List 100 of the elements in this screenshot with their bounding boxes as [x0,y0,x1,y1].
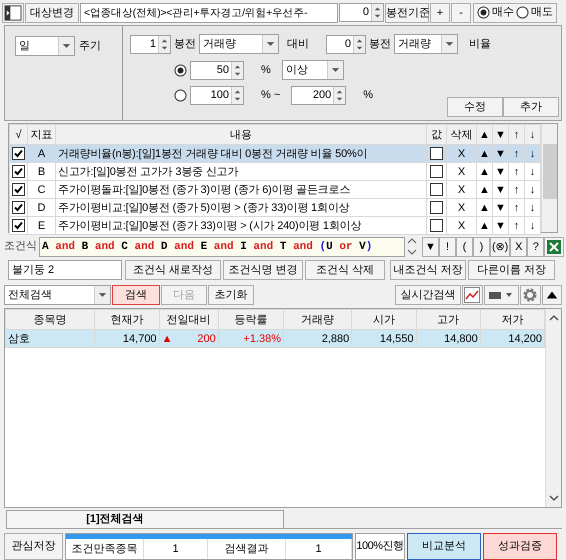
formula-tool-button[interactable]: ! [439,236,456,256]
caret-icon [58,37,74,55]
move-up-button[interactable]: ↑ [508,162,524,180]
delete-button[interactable]: X [446,162,476,180]
formula-tool-button[interactable]: X [510,236,528,256]
caret-icon [94,286,110,304]
save-watchlist-button[interactable]: 관심저장 [4,533,63,560]
side-label[interactable]: 매도 [531,4,553,21]
condition-name-field[interactable]: 불기둥 2 [8,260,122,280]
checkbox[interactable] [12,165,25,178]
period-dropdown[interactable]: 일 [15,36,75,56]
formula-tool-button[interactable]: ) [473,236,490,256]
radio-button[interactable] [174,89,187,102]
count-value: 1 [144,539,208,559]
checkbox[interactable] [430,147,443,160]
search-button[interactable]: 검색 [112,285,160,305]
move-bottom-button[interactable]: ▼ [492,162,508,180]
column-header: 내용 [56,124,426,144]
formula-tool-button[interactable]: ( [456,236,473,256]
delete-button[interactable]: X [446,216,476,234]
formula-tool-button[interactable]: (⊗) [490,236,510,256]
result-tab[interactable]: [1]전체검색 [6,510,284,528]
chart-button[interactable] [462,285,483,305]
basis-button[interactable]: 봉전기준 [385,2,429,22]
move-top-button[interactable]: ▲ [476,162,492,180]
caret-icon [326,61,343,79]
column-header: ↓ [524,124,540,144]
column-header: ▲ [476,124,492,144]
condition-button[interactable]: 다른이름 저장 [468,260,555,280]
analysis-button[interactable]: 비교분석 [407,533,481,560]
scrollbar[interactable] [545,309,561,507]
field-dropdown[interactable]: 거래량 [394,34,458,54]
scrollbar[interactable] [541,124,557,232]
delete-button[interactable]: X [446,180,476,198]
move-bottom-button[interactable]: ▼ [492,180,508,198]
unit-label: % ~ [261,88,280,104]
formula-tool-button[interactable]: ▼ [422,236,439,256]
panel-icon[interactable] [2,2,24,22]
price-cell: 14,550 [352,330,416,348]
checkbox[interactable] [430,219,443,232]
spreadsheet-icon [546,238,562,254]
move-top-button[interactable]: ▲ [476,198,492,216]
change-arrow-icon: ▲ [162,330,172,346]
indicator-content: 주가이평비교:[일]0봉전 (종가 5)이평 > (종가 33)이평 1회이상 [56,198,426,216]
move-bottom-button[interactable]: ▼ [492,216,508,234]
target-button[interactable]: 대상변경 [25,2,79,22]
number-field[interactable]: 100 [190,86,244,105]
number-field[interactable]: 0 [326,34,366,54]
condition-button[interactable]: 조건식명 변경 [223,260,303,280]
checkbox[interactable] [430,201,443,214]
formula-tool-button[interactable]: ? [527,236,544,256]
radio-button[interactable] [477,6,490,19]
indicator-id: D [28,198,56,216]
delete-button[interactable]: X [446,144,476,162]
number-field[interactable]: 50 [190,60,244,80]
spin-arrows-icon [353,36,365,52]
realtime-search-button[interactable]: 실시간검색 [395,285,461,305]
formula-field[interactable]: A and B and C and D and E and I and T and (U or V) [39,236,405,256]
line-chart-icon [464,287,480,303]
plus-button[interactable]: + [430,2,450,22]
move-top-button[interactable]: ▲ [476,216,492,234]
spreadsheet-button[interactable] [544,236,564,256]
progress-label: 100%진행 [355,533,405,560]
move-up-button[interactable]: ↑ [508,216,524,234]
checkbox[interactable] [12,183,25,196]
condition-button[interactable]: 조건식 삭제 [305,260,385,280]
delete-button[interactable]: X [446,198,476,216]
move-bottom-button[interactable]: ▼ [492,198,508,216]
settings-button[interactable] [520,285,541,305]
checkbox[interactable] [12,219,25,232]
collapse-button[interactable] [542,285,562,305]
display-button[interactable] [484,285,519,305]
condition-button[interactable]: 조건식 새로작성 [125,260,221,280]
move-up-button[interactable]: ↑ [508,198,524,216]
target-field[interactable]: <업종대상(전체)><관리+투자경고/위험+우선주- [80,2,338,22]
indicator-id: C [28,180,56,198]
checkbox[interactable] [12,147,25,160]
checkbox[interactable] [12,201,25,214]
action-button[interactable]: 추가 [503,97,559,117]
checkbox[interactable] [430,165,443,178]
bars-label: 봉전 [369,36,391,52]
number-field[interactable]: 1 [130,34,171,54]
compare-dropdown[interactable]: 이상 [282,60,344,80]
checkbox[interactable] [430,183,443,196]
bars-label: 봉전 [174,36,196,52]
number-field[interactable]: 200 [291,86,346,105]
move-up-button[interactable]: ↑ [508,180,524,198]
scope-dropdown[interactable]: 전체검색 [4,285,111,305]
field-dropdown[interactable]: 거래량 [199,34,279,54]
condition-button[interactable]: 내조건식 저장 [390,260,466,280]
analysis-button[interactable]: 성과검증 [483,533,557,560]
volume-cell: 2,880 [284,330,352,348]
minus-button[interactable]: - [451,2,471,22]
move-top-button[interactable]: ▲ [476,180,492,198]
action-button[interactable]: 수정 [447,97,503,117]
radio-button[interactable] [516,6,529,19]
search-button[interactable]: 초기화 [208,285,254,305]
radio-button[interactable] [174,64,187,76]
number-field[interactable]: 0 [339,3,384,22]
side-label[interactable]: 매수 [492,4,514,21]
